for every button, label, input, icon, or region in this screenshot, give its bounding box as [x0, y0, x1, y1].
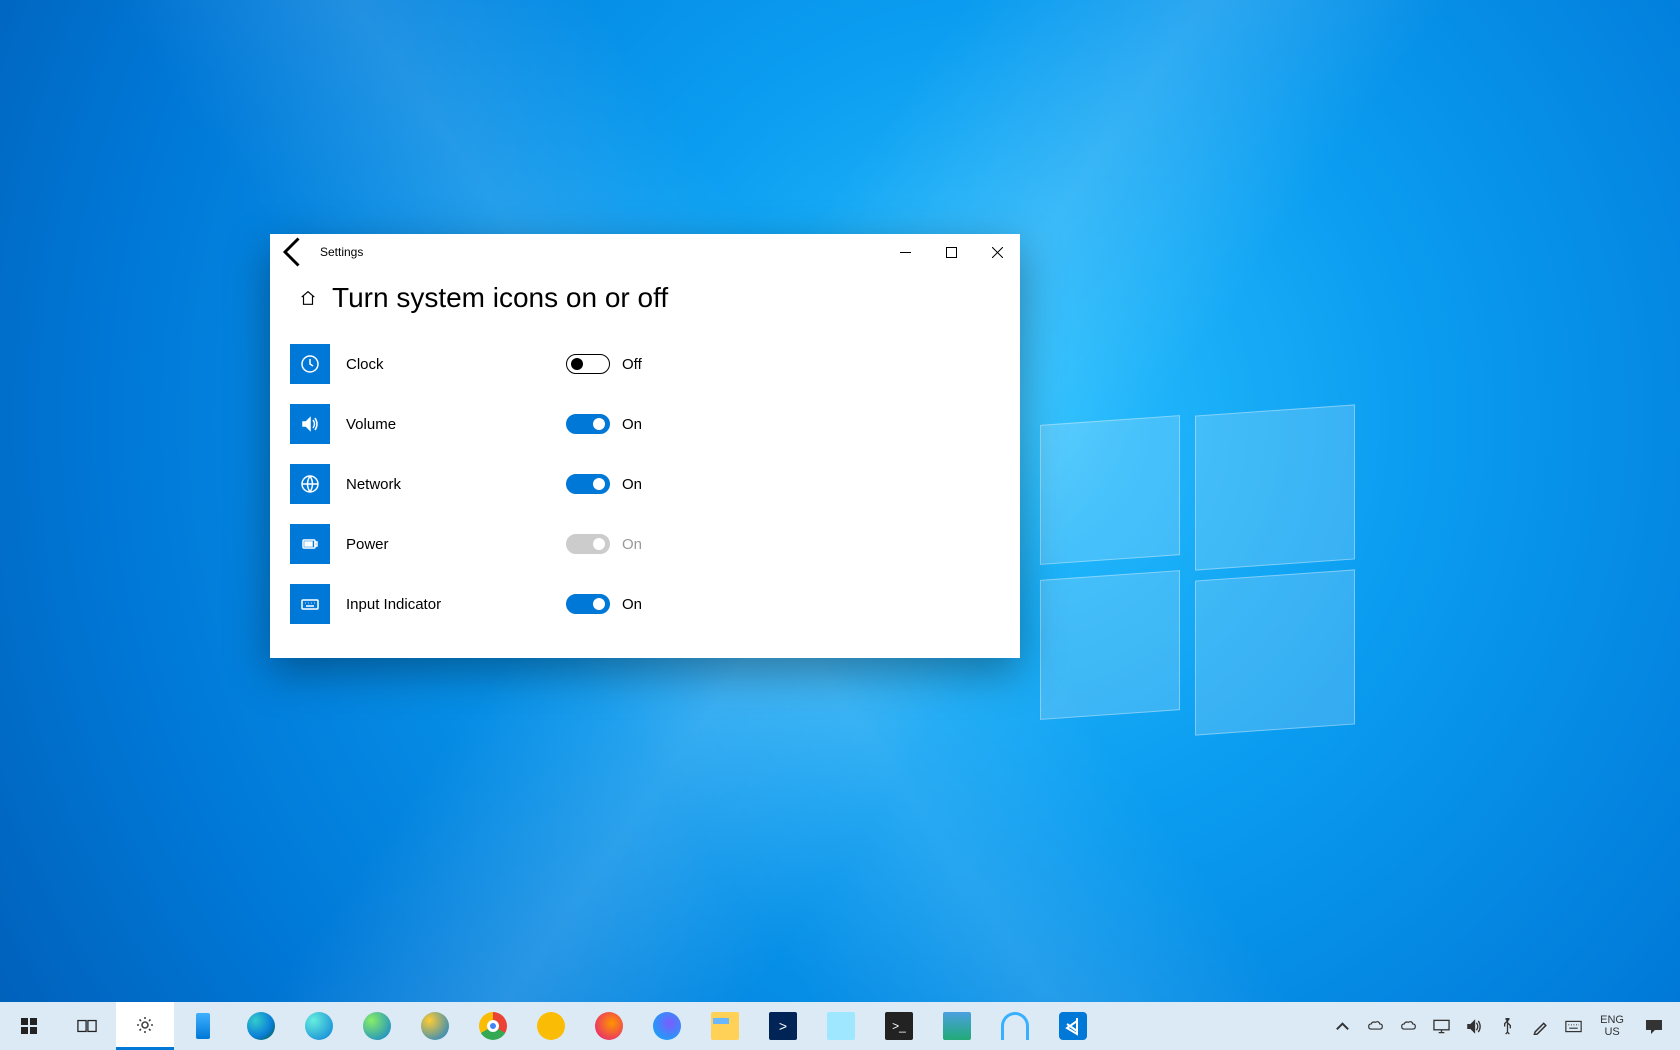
- minimize-button[interactable]: [882, 234, 928, 270]
- lang-code-top: ENG: [1600, 1014, 1624, 1026]
- row-volume: Volume On: [290, 394, 1000, 454]
- tray-monitor-icon[interactable]: [1425, 1002, 1458, 1050]
- row-label: Clock: [346, 356, 566, 373]
- toggle-volume[interactable]: [566, 414, 610, 434]
- taskbar-app-explorer[interactable]: [696, 1002, 754, 1050]
- volume-icon: [290, 404, 330, 444]
- toggle-input-indicator[interactable]: [566, 594, 610, 614]
- taskbar-left: > >_: [0, 1002, 1102, 1050]
- taskbar-app-chrome[interactable]: [464, 1002, 522, 1050]
- tray-pen-icon[interactable]: [1524, 1002, 1557, 1050]
- tray-onedrive-icon[interactable]: [1359, 1002, 1392, 1050]
- taskbar: > >_ ENG US: [0, 1002, 1680, 1050]
- tray-cloud-icon[interactable]: [1392, 1002, 1425, 1050]
- tray-volume-icon[interactable]: [1458, 1002, 1491, 1050]
- settings-window: Settings Turn system icons on or off Clo…: [270, 234, 1020, 658]
- toggle-network[interactable]: [566, 474, 610, 494]
- maximize-button[interactable]: [928, 234, 974, 270]
- toggle-state: On: [622, 596, 642, 613]
- row-network: Network On: [290, 454, 1000, 514]
- toggle-clock[interactable]: [566, 354, 610, 374]
- row-label: Volume: [346, 416, 566, 433]
- taskbar-app-generic-blue[interactable]: [986, 1002, 1044, 1050]
- taskbar-app-edge-dev[interactable]: [348, 1002, 406, 1050]
- taskbar-app-photos[interactable]: [928, 1002, 986, 1050]
- taskbar-app-edge-canary[interactable]: [406, 1002, 464, 1050]
- system-tray: ENG US: [1326, 1002, 1680, 1050]
- taskbar-app-vscode[interactable]: [1044, 1002, 1102, 1050]
- tray-keyboard-icon[interactable]: [1557, 1002, 1590, 1050]
- lang-code-bottom: US: [1604, 1026, 1619, 1038]
- taskbar-app-settings[interactable]: [116, 1002, 174, 1050]
- tray-overflow-button[interactable]: [1326, 1002, 1359, 1050]
- toggle-state: On: [622, 416, 642, 433]
- keyboard-icon: [290, 584, 330, 624]
- taskbar-app-terminal[interactable]: >_: [870, 1002, 928, 1050]
- row-clock: Clock Off: [290, 334, 1000, 394]
- task-view-button[interactable]: [58, 1002, 116, 1050]
- taskbar-app-firefox[interactable]: [580, 1002, 638, 1050]
- action-center-button[interactable]: [1634, 1002, 1674, 1050]
- taskbar-app-notepad[interactable]: [812, 1002, 870, 1050]
- tray-usb-icon[interactable]: [1491, 1002, 1524, 1050]
- taskbar-app-firefox-dev[interactable]: [638, 1002, 696, 1050]
- taskbar-app-chrome-canary[interactable]: [522, 1002, 580, 1050]
- network-icon: [290, 464, 330, 504]
- toggle-state: On: [622, 476, 642, 493]
- window-title: Settings: [320, 245, 363, 259]
- windows-logo-wallpaper: [1040, 420, 1350, 730]
- page-header: Turn system icons on or off: [270, 270, 1020, 334]
- row-label: Power: [346, 536, 566, 553]
- taskbar-app-edge[interactable]: [232, 1002, 290, 1050]
- clock-icon: [290, 344, 330, 384]
- row-label: Input Indicator: [346, 596, 566, 613]
- close-button[interactable]: [974, 234, 1020, 270]
- page-title: Turn system icons on or off: [332, 282, 668, 314]
- back-button[interactable]: [276, 234, 312, 270]
- power-icon: [290, 524, 330, 564]
- row-input-indicator: Input Indicator On: [290, 574, 1000, 634]
- row-label: Network: [346, 476, 566, 493]
- settings-list: Clock Off Volume On Network On: [270, 334, 1020, 634]
- titlebar[interactable]: Settings: [270, 234, 1020, 270]
- toggle-state: Off: [622, 356, 642, 373]
- desktop[interactable]: Settings Turn system icons on or off Clo…: [0, 0, 1680, 1050]
- start-button[interactable]: [0, 1002, 58, 1050]
- taskbar-app-phone[interactable]: [174, 1002, 232, 1050]
- tray-language-button[interactable]: ENG US: [1590, 1014, 1634, 1038]
- taskbar-app-edge-beta[interactable]: [290, 1002, 348, 1050]
- toggle-power: [566, 534, 610, 554]
- toggle-state: On: [622, 536, 642, 553]
- taskbar-app-powershell[interactable]: >: [754, 1002, 812, 1050]
- row-power: Power On: [290, 514, 1000, 574]
- home-button[interactable]: [290, 280, 326, 316]
